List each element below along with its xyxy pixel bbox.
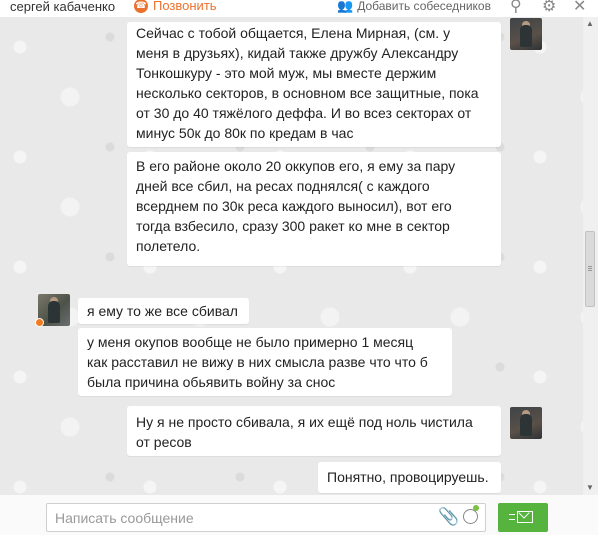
contact-name[interactable]: сергей кабаченко (10, 0, 115, 14)
smiley-icon[interactable] (463, 505, 479, 524)
avatar[interactable] (510, 407, 542, 439)
compose-bar: 📎 (0, 495, 598, 535)
call-label: Позвонить (153, 0, 217, 13)
avatar[interactable] (510, 18, 542, 50)
message-incoming: у меня окупов вообще не было примерно 1 … (78, 328, 452, 396)
phone-icon: ☎ (134, 0, 148, 13)
gear-icon[interactable]: ⚙ (542, 0, 556, 16)
message-line: у меня окупов вообще не было примерно 1 … (87, 334, 414, 350)
message-line: тогда взбесило, сразу 300 ракет ко мне в… (136, 218, 450, 234)
message-input[interactable] (53, 509, 427, 527)
speed-lines-icon (509, 514, 515, 520)
scrollbar[interactable]: ▲ ▼ (583, 17, 598, 495)
message-outgoing: Сейчас с тобой общается, Елена Мирная, (… (127, 22, 501, 147)
message-line: дней все сбил, на ресах поднялся( с кажд… (136, 178, 430, 194)
message-line: всерднем по 30к реса каждого выносил), в… (136, 198, 452, 214)
message-line: была причина обьявить войну за снос (87, 374, 336, 390)
search-icon[interactable]: ⚲ (510, 0, 522, 16)
message-line: полетело. (136, 238, 201, 254)
message-list[interactable]: Сейчас с тобой общается, Елена Мирная, (… (0, 17, 583, 495)
message-line: меня в друзьях), кидай также дружбу Алек… (136, 45, 459, 61)
envelope-icon (517, 511, 533, 523)
online-indicator (35, 318, 44, 327)
scroll-up-icon[interactable]: ▲ (586, 19, 594, 28)
paperclip-icon[interactable]: 📎 (438, 507, 459, 527)
message-line: Сейчас с тобой общается, Елена Мирная, (… (136, 25, 451, 41)
message-line: Понятно, провоцируешь. (327, 469, 489, 485)
chat-header: сергей кабаченко ☎ Позвонить 👥 Добавить … (0, 0, 598, 17)
message-line: несколько секторов, в основном все защит… (136, 85, 479, 101)
close-icon[interactable]: ✕ (573, 0, 586, 16)
message-line: минус 50к до 80к по кредам в час (136, 125, 354, 141)
notification-dot (473, 505, 479, 511)
message-line: я ему то же все сбивал (87, 303, 238, 319)
scroll-down-icon[interactable]: ▼ (586, 483, 594, 492)
message-outgoing: Понятно, провоцируешь. (318, 462, 501, 493)
send-button[interactable] (498, 503, 548, 532)
message-outgoing: В его районе около 20 оккупов его, я ему… (127, 152, 501, 266)
message-incoming: я ему то же все сбивал (78, 298, 249, 324)
message-line: Тонкошкуру - это мой муж, мы вместе держ… (136, 65, 437, 81)
message-line: от ресов (136, 434, 192, 450)
add-participants-button[interactable]: 👥 Добавить собеседников (337, 0, 491, 14)
add-participants-label: Добавить собеседников (357, 0, 491, 13)
message-line: В его районе около 20 оккупов его, я ему… (136, 158, 456, 174)
message-line: Ну я не просто сбивала, я их ещё под нол… (136, 414, 473, 430)
message-line: как расставил не вижу в них смысла разве… (87, 354, 428, 370)
message-line: от 30 до 40 тяжёлого деффа. И во всез се… (136, 105, 472, 121)
call-button[interactable]: ☎ Позвонить (134, 0, 217, 13)
message-input-box[interactable]: 📎 (46, 503, 486, 532)
scrollbar-thumb[interactable] (585, 231, 595, 307)
people-icon: 👥 (337, 0, 354, 13)
message-outgoing: Ну я не просто сбивала, я их ещё под нол… (127, 406, 501, 456)
